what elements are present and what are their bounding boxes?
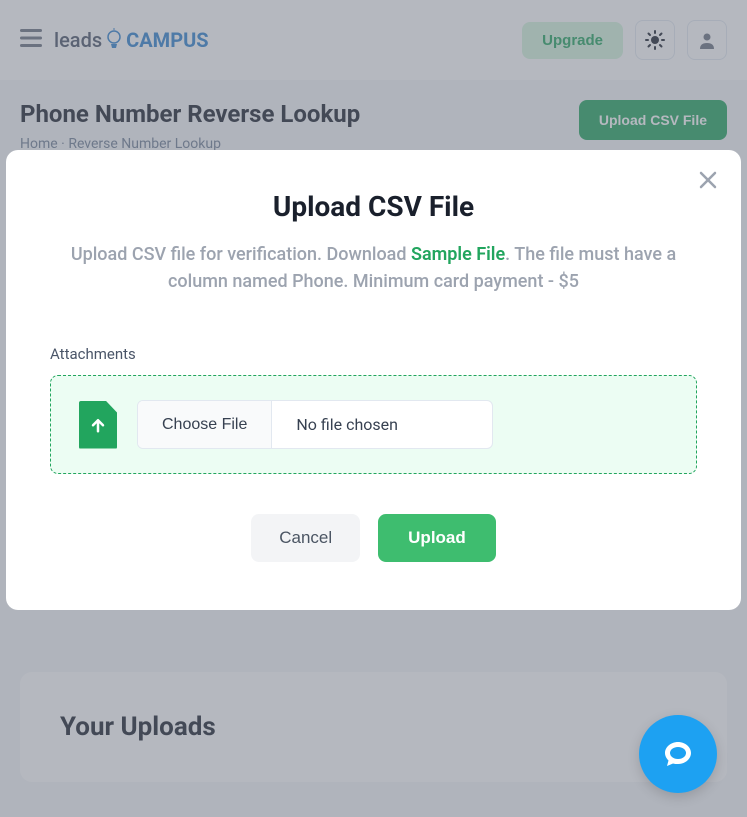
modal-actions: Cancel Upload (50, 514, 697, 562)
chat-icon (660, 736, 696, 772)
file-input-group: Choose File No file chosen (137, 400, 493, 449)
modal-title: Upload CSV File (50, 190, 697, 223)
cancel-button[interactable]: Cancel (251, 514, 360, 562)
sample-file-link[interactable]: Sample File (411, 244, 505, 265)
choose-file-button[interactable]: Choose File (138, 401, 272, 448)
modal-subtitle: Upload CSV file for verification. Downlo… (50, 241, 697, 295)
file-status: No file chosen (272, 401, 492, 448)
upload-modal: Upload CSV File Upload CSV file for veri… (6, 150, 741, 610)
upload-button[interactable]: Upload (378, 514, 496, 562)
file-upload-icon (79, 401, 117, 449)
attachments-label: Attachments (50, 345, 697, 363)
close-button[interactable] (699, 170, 717, 194)
dropzone[interactable]: Choose File No file chosen (50, 375, 697, 474)
chat-fab[interactable] (639, 715, 717, 793)
modal-overlay[interactable]: Upload CSV File Upload CSV file for veri… (0, 0, 747, 817)
close-icon (699, 171, 717, 189)
